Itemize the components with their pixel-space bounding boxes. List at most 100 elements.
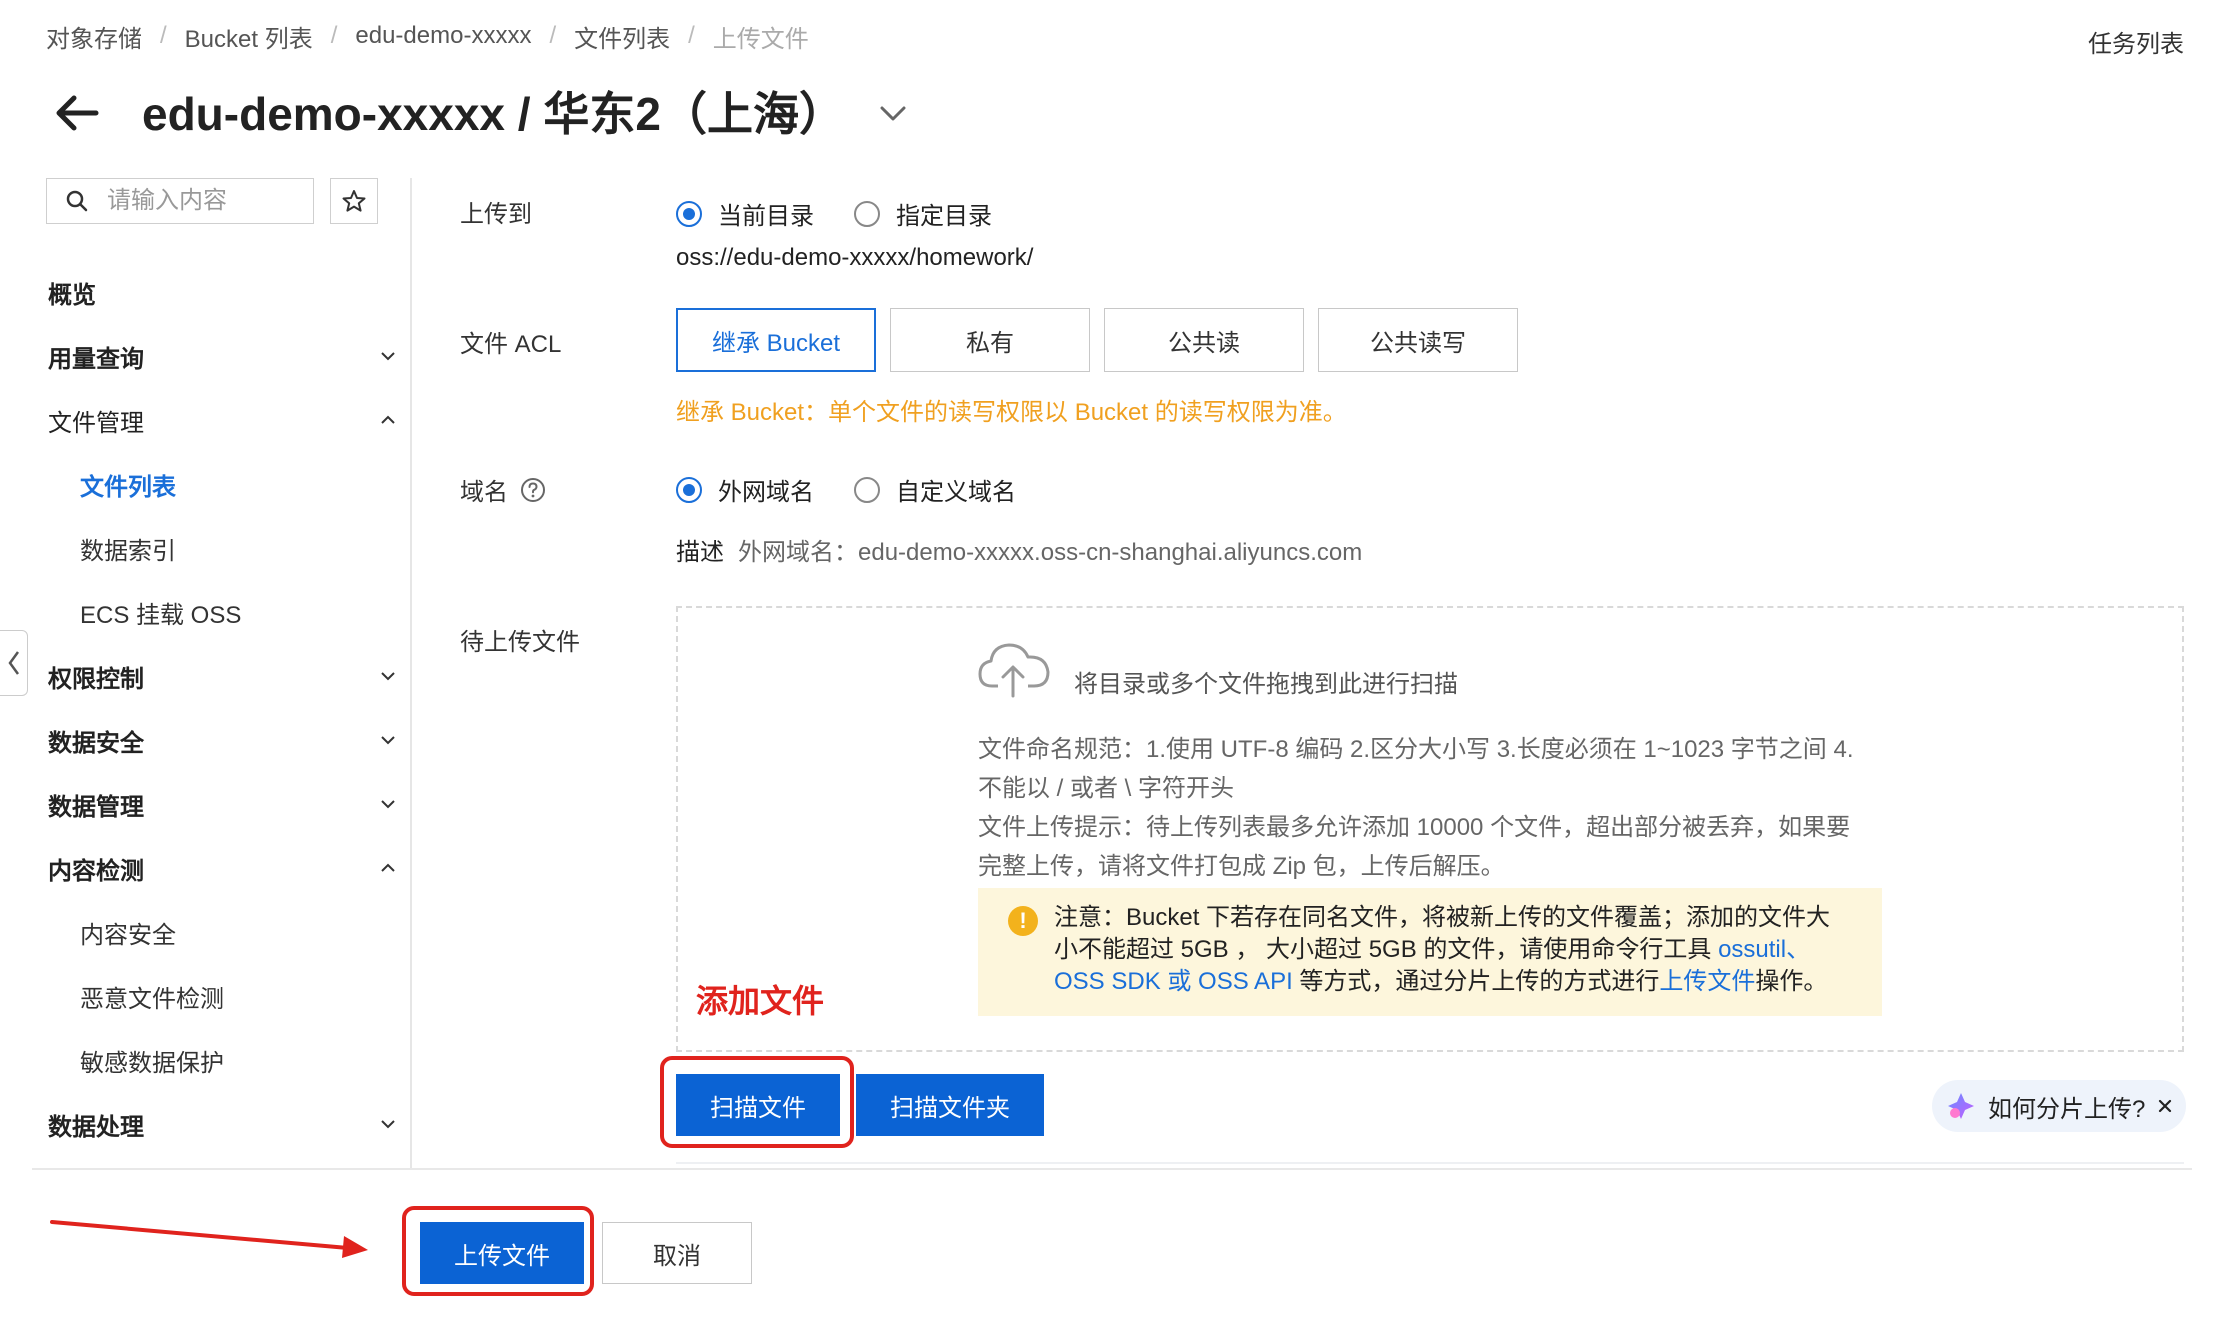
chevron-down-icon: [381, 672, 395, 681]
sidebar-item-access-control[interactable]: 权限控制: [48, 656, 398, 696]
annotation-arrow-icon: [50, 1220, 368, 1258]
sidebar-item-label: 敏感数据保护: [80, 1049, 224, 1077]
assistant-icon: [1948, 1093, 1974, 1119]
sidebar-item-label: 文件列表: [80, 473, 176, 501]
radio-circle: [676, 476, 702, 503]
domain-radio-group: 外网域名 自定义域名: [676, 472, 1016, 507]
radio-circle: [676, 200, 702, 227]
sidebar-item-data-security[interactable]: 数据安全: [48, 720, 398, 760]
radio-label: 当前目录: [718, 203, 814, 230]
sidebar-item-label: 权限控制: [48, 665, 144, 693]
close-icon[interactable]: [2157, 1098, 2173, 1114]
page-title: edu-demo-xxxxx / 华东2（上海）: [142, 88, 845, 140]
breadcrumb-current: 上传文件: [712, 25, 809, 53]
chevron-down-icon: [381, 1120, 395, 1129]
sidebar-item-malware-detection[interactable]: 恶意文件检测: [80, 976, 398, 1016]
radio-public-domain[interactable]: 外网域名: [676, 472, 814, 507]
notice-line: 小不能超过 5GB ， 大小超过 5GB 的文件，请使用命令行工具 ossuti…: [1054, 934, 1862, 966]
sidebar-item-overview[interactable]: 概览: [48, 272, 398, 312]
breadcrumb-separator: /: [160, 22, 167, 49]
notice-line: OSS SDK 或 OSS API 等方式，通过分片上传的方式进行上传文件操作。: [1054, 966, 1862, 998]
radio-label: 外网域名: [718, 479, 814, 506]
sidebar-search-input[interactable]: [107, 187, 287, 215]
domain-label: 域名: [460, 479, 508, 506]
chevron-up-icon: [381, 415, 395, 424]
sidebar-item-usage[interactable]: 用量查询: [48, 336, 398, 376]
sidebar-collapse-button[interactable]: [0, 630, 28, 696]
acl-option-public-read[interactable]: 公共读: [1104, 308, 1304, 372]
chevron-left-icon: [7, 651, 19, 675]
sidebar-item-label: 内容安全: [80, 921, 176, 949]
sidebar-item-label: 用量查询: [48, 345, 144, 373]
chevron-down-icon: [381, 800, 395, 809]
sidebar-item-sensitive-data[interactable]: 敏感数据保护: [80, 1040, 398, 1080]
sidebar-item-label: 概览: [48, 281, 96, 309]
domain-description: 描述 外网域名：edu-demo-xxxxx.oss-cn-shanghai.a…: [676, 532, 1362, 567]
ossutil-link[interactable]: ossutil、: [1718, 936, 1810, 963]
sidebar-item-label: ECS 挂载 OSS: [80, 601, 242, 629]
sidebar-item-label: 数据处理: [48, 1113, 144, 1141]
acl-label: 文件 ACL: [460, 331, 562, 358]
upload-tip-line: 完整上传，请将文件打包成 Zip 包，上传后解压。: [978, 853, 1505, 880]
upload-to-label: 上传到: [460, 201, 532, 228]
acl-option-private[interactable]: 私有: [890, 308, 1090, 372]
overwrite-notice: ! 注意：Bucket 下若存在同名文件，将被新上传的文件覆盖；添加的文件大 小…: [978, 888, 1882, 1016]
sidebar-item-content-security[interactable]: 内容安全: [80, 912, 398, 952]
upload-path: oss://edu-demo-xxxxx/homework/: [676, 244, 1034, 271]
sidebar-item-label: 恶意文件检测: [80, 985, 224, 1013]
sidebar-item-label: 文件管理: [48, 409, 144, 437]
breadcrumb-item-bucket[interactable]: edu-demo-xxxxx: [355, 22, 531, 50]
sidebar-item-data-management[interactable]: 数据管理: [48, 784, 398, 824]
upload-files-button[interactable]: 上传文件: [420, 1222, 584, 1284]
sidebar-item-label: 数据管理: [48, 793, 144, 821]
domain-label-row: 域名: [460, 472, 546, 507]
chevron-down-icon[interactable]: [876, 96, 910, 130]
radio-specified-directory[interactable]: 指定目录: [854, 196, 992, 231]
sidebar-item-ecs-mount[interactable]: ECS 挂载 OSS: [80, 592, 398, 632]
sidebar-item-label: 数据索引: [80, 537, 176, 565]
help-pill-text: 如何分片上传?: [1988, 1095, 2146, 1123]
upload-tip-line: 文件上传提示：待上传列表最多允许添加 10000 个文件，超出部分被丢弃，如果要: [978, 814, 1851, 841]
chevron-down-icon: [381, 352, 395, 361]
acl-option-inherit[interactable]: 继承 Bucket: [676, 308, 876, 372]
acl-hint: 继承 Bucket：单个文件的读写权限以 Bucket 的读写权限为准。: [676, 399, 1347, 426]
sidebar-item-data-processing[interactable]: 数据处理: [48, 1104, 398, 1144]
breadcrumb-item-bucket-list[interactable]: Bucket 列表: [185, 19, 313, 54]
breadcrumb-separator: /: [549, 22, 557, 49]
back-arrow-icon[interactable]: [52, 88, 102, 138]
acl-option-public-read-write[interactable]: 公共读写: [1318, 308, 1518, 372]
chevron-down-icon: [381, 736, 395, 745]
breadcrumb-item-oss[interactable]: 对象存储: [46, 19, 142, 54]
annotation-add-files: 添加文件: [696, 983, 825, 1019]
help-circle-icon[interactable]: [520, 477, 546, 503]
sidebar-search-box[interactable]: [46, 178, 314, 224]
cancel-button[interactable]: 取消: [602, 1222, 752, 1284]
breadcrumb-item-file-list[interactable]: 文件列表: [574, 19, 670, 54]
naming-rule-line: 不能以 / 或者 \ 字符开头: [978, 775, 1235, 802]
sidebar-item-data-index[interactable]: 数据索引: [80, 528, 398, 568]
sidebar-item-label: 内容检测: [48, 857, 144, 885]
domain-desc-value: 外网域名：edu-demo-xxxxx.oss-cn-shanghai.aliy…: [738, 539, 1363, 566]
radio-label: 指定目录: [896, 203, 992, 230]
favorite-button[interactable]: [330, 178, 378, 224]
multipart-help-pill[interactable]: 如何分片上传?: [1932, 1080, 2186, 1132]
upload-to-radio-group: 当前目录 指定目录: [676, 196, 992, 231]
radio-custom-domain[interactable]: 自定义域名: [854, 472, 1016, 507]
sidebar-item-file-management[interactable]: 文件管理: [48, 400, 398, 440]
star-icon: [342, 190, 366, 212]
multipart-upload-link[interactable]: 上传文件: [1659, 968, 1755, 995]
task-list-link[interactable]: 任务列表: [2088, 24, 2184, 59]
sdk-api-link[interactable]: OSS SDK 或 OSS API: [1054, 968, 1293, 995]
scan-files-button[interactable]: 扫描文件: [676, 1074, 840, 1136]
sidebar-item-label: 数据安全: [48, 729, 144, 757]
breadcrumb-separator: /: [688, 22, 695, 49]
radio-current-directory[interactable]: 当前目录: [676, 196, 814, 231]
scan-folder-button[interactable]: 扫描文件夹: [856, 1074, 1044, 1136]
cloud-upload-icon: [978, 643, 1050, 698]
naming-rules: 文件命名规范：1.使用 UTF-8 编码 2.区分大小写 3.长度必须在 1~1…: [978, 730, 1853, 886]
naming-rule-line: 文件命名规范：1.使用 UTF-8 编码 2.区分大小写 3.长度必须在 1~1…: [978, 736, 1854, 763]
sidebar-item-content-detection[interactable]: 内容检测: [48, 848, 398, 888]
breadcrumb: 对象存储 / Bucket 列表 / edu-demo-xxxxx / 文件列表…: [46, 18, 809, 54]
sidebar-item-file-list[interactable]: 文件列表: [80, 464, 398, 504]
breadcrumb-separator: /: [330, 22, 338, 49]
